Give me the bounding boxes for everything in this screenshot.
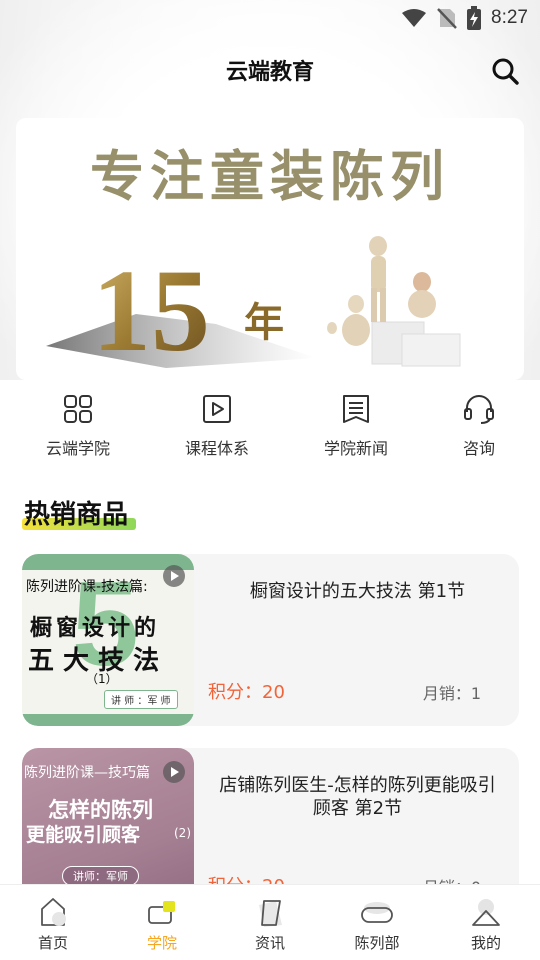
thumb-part: （1） bbox=[86, 672, 118, 686]
bottom-tab-bar: 首页 学院 资讯 陈列部 我的 bbox=[0, 884, 540, 960]
play-icon bbox=[163, 565, 185, 587]
news-tab-icon bbox=[259, 900, 282, 927]
product-name: 橱窗设计的五大技法 第1节 bbox=[249, 581, 466, 602]
thumb-line2: 更能吸引顾客 bbox=[26, 824, 141, 846]
promo-banner[interactable]: 专注童装陈列 15 年 bbox=[16, 118, 524, 380]
product-thumbnail: 5 陈列进阶课-技法篇: 橱窗设计的 五 大 技 法 （1） 讲 师 ：军 师 bbox=[22, 554, 194, 726]
tab-profile[interactable]: 我的 bbox=[441, 895, 531, 953]
tab-label: 陈列部 bbox=[354, 934, 400, 952]
banner-illustration: 15 年 bbox=[46, 236, 461, 376]
quick-nav-label: 课程体系 bbox=[184, 439, 249, 458]
product-points: 积分：20 bbox=[208, 682, 285, 703]
thumb-series: 陈列进阶课—技巧篇 bbox=[24, 765, 150, 781]
quick-nav: 云端学院 课程体系 学院新闻 咨询 bbox=[0, 392, 540, 462]
product-name: 店铺陈列医生-怎样的陈列更能吸引顾客 第2节 bbox=[219, 775, 496, 819]
thumb-bottom-band bbox=[22, 714, 194, 726]
tab-academy[interactable]: 学院 bbox=[117, 895, 207, 953]
status-time: 8:27 bbox=[491, 7, 528, 28]
thumb-part: (2) bbox=[174, 826, 191, 840]
quick-nav-item-academy[interactable]: 云端学院 bbox=[23, 392, 133, 459]
home-icon bbox=[41, 898, 66, 926]
quick-nav-label: 云端学院 bbox=[45, 439, 110, 458]
thumb-line1: 橱窗设计的 bbox=[30, 616, 161, 641]
thumb-lecturer: 讲师：军师 bbox=[62, 866, 139, 886]
play-icon bbox=[163, 761, 185, 783]
tab-label: 首页 bbox=[37, 934, 68, 952]
no-sim-icon bbox=[437, 8, 457, 29]
product-sales: 月销：1 bbox=[422, 684, 481, 703]
headset-icon bbox=[464, 395, 494, 424]
news-icon bbox=[343, 395, 369, 423]
play-square-icon bbox=[203, 395, 231, 423]
wifi-icon bbox=[402, 9, 427, 27]
tab-news[interactable]: 资讯 bbox=[225, 895, 315, 953]
grid-icon bbox=[64, 395, 92, 423]
tab-label: 学院 bbox=[146, 934, 177, 952]
section-title: 热销商品 bbox=[24, 500, 129, 530]
thumb-lecturer: 讲 师 ：军 师 bbox=[104, 690, 178, 709]
banner-unit: 年 bbox=[244, 300, 284, 346]
tab-label: 资讯 bbox=[254, 934, 285, 952]
tab-home[interactable]: 首页 bbox=[8, 895, 98, 953]
search-icon[interactable] bbox=[490, 56, 520, 86]
battery-charging-icon bbox=[467, 6, 482, 30]
quick-nav-label: 学院新闻 bbox=[323, 439, 388, 458]
quick-nav-item-courses[interactable]: 课程体系 bbox=[162, 392, 272, 459]
banner-number: 15 bbox=[92, 245, 210, 376]
page-title: 云端教育 bbox=[225, 60, 314, 85]
profile-icon bbox=[472, 899, 500, 926]
tab-label: 我的 bbox=[470, 934, 501, 952]
tab-display[interactable]: 陈列部 bbox=[332, 895, 422, 953]
quick-nav-label: 咨询 bbox=[462, 439, 495, 458]
quick-nav-item-consult[interactable]: 咨询 bbox=[424, 392, 534, 459]
display-icon bbox=[361, 902, 393, 923]
app-header: 云端教育 bbox=[0, 52, 540, 88]
thumb-series: 陈列进阶课-技法篇: bbox=[26, 579, 148, 595]
quick-nav-item-news[interactable]: 学院新闻 bbox=[301, 392, 411, 459]
academy-icon bbox=[148, 901, 175, 924]
product-card[interactable]: 5 陈列进阶课-技法篇: 橱窗设计的 五 大 技 法 （1） 讲 师 ：军 师 … bbox=[22, 554, 519, 726]
status-bar: 8:27 bbox=[0, 0, 540, 36]
